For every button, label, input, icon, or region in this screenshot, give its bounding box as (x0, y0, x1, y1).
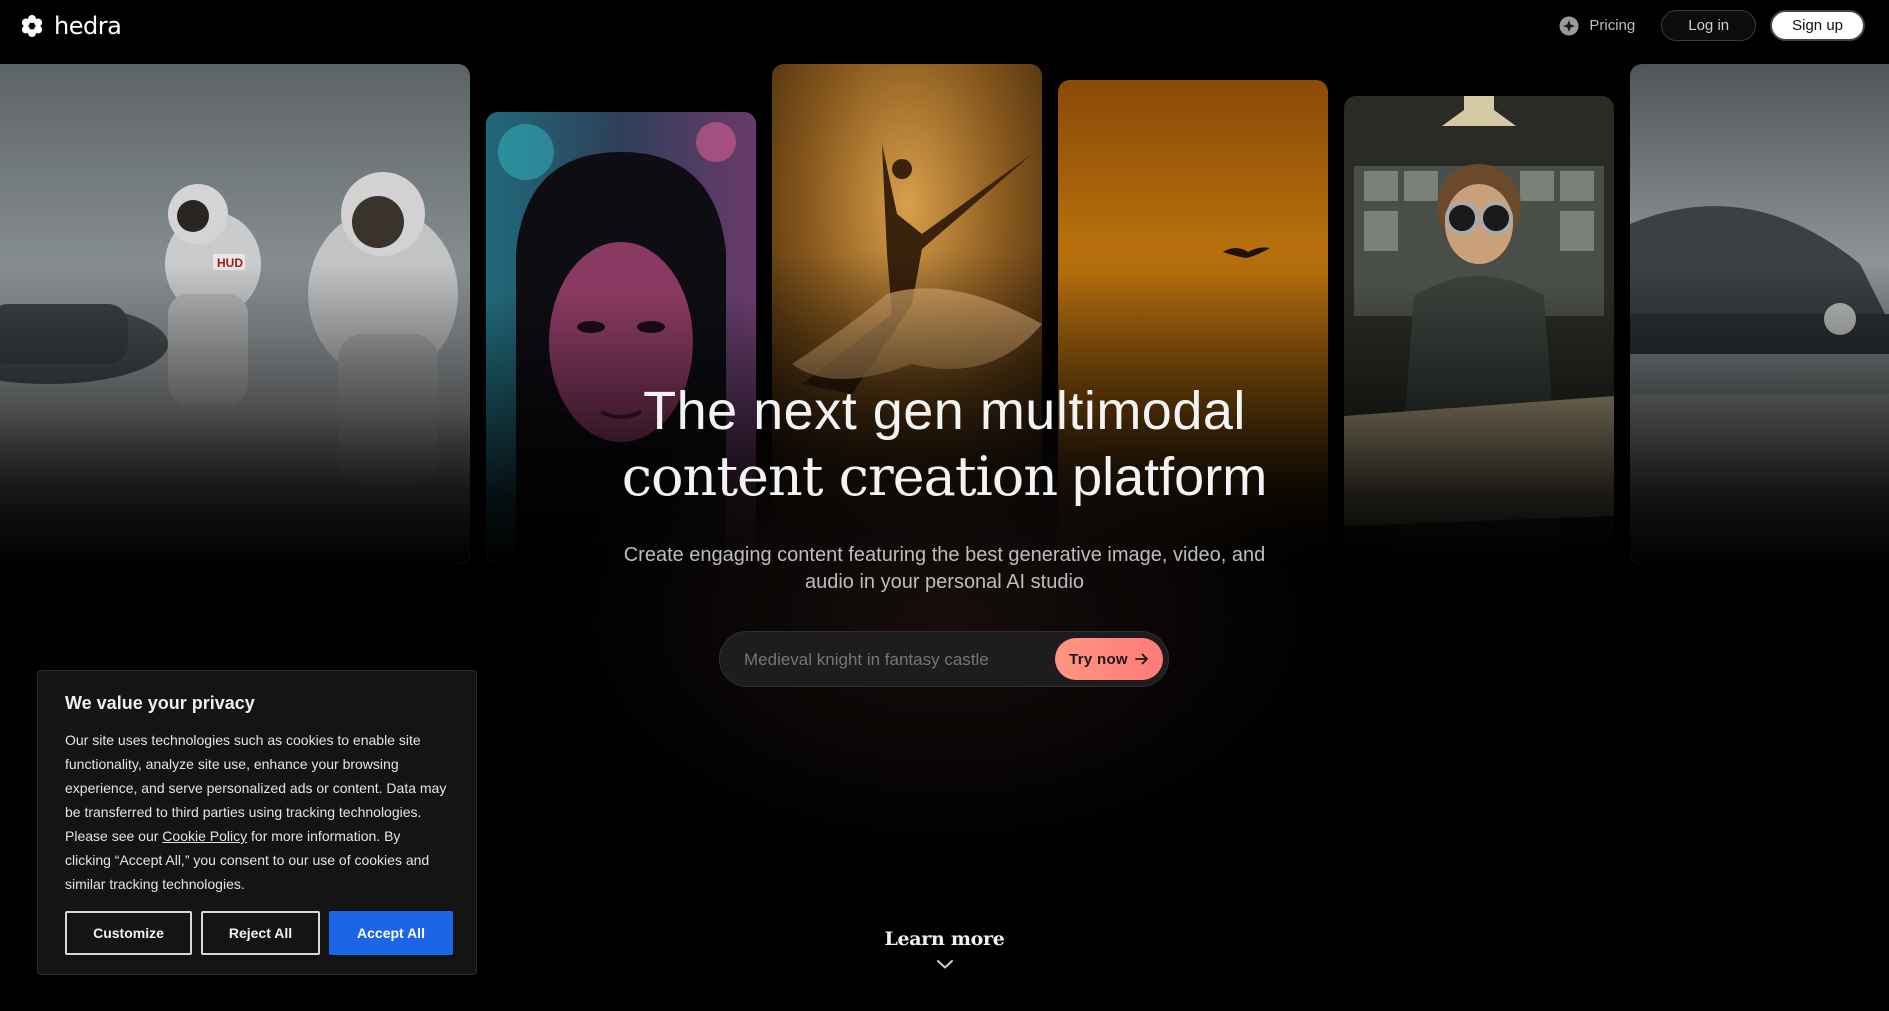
cookie-body: Our site uses technologies such as cooki… (65, 728, 449, 896)
top-nav: Pricing Log in Sign up (1559, 10, 1865, 41)
hero-subtitle: Create engaging content featuring the be… (0, 542, 1889, 596)
arrow-right-icon (1134, 653, 1148, 665)
signup-button[interactable]: Sign up (1770, 10, 1865, 41)
cookie-banner: We value your privacy Our site uses tech… (37, 670, 477, 975)
customize-button[interactable]: Customize (65, 911, 192, 955)
cookie-policy-link[interactable]: Cookie Policy (162, 828, 247, 844)
pricing-link[interactable]: Pricing (1559, 16, 1635, 36)
hero-subtitle-line-2: audio in your personal AI studio (804, 571, 1085, 593)
try-now-label: Try now (1069, 650, 1128, 668)
reject-all-button[interactable]: Reject All (201, 911, 320, 955)
hero-title-rest: platform (1057, 447, 1268, 507)
hero-title-line-1: The next gen multimodal (643, 381, 1246, 441)
brand-logo[interactable]: hedra (20, 12, 122, 40)
brand-name: hedra (54, 12, 122, 40)
hero-subtitle-line-1: Create engaging content featuring the be… (623, 544, 1266, 566)
chevron-down-icon[interactable] (936, 958, 954, 970)
site-header: hedra Pricing Log in Sign up (0, 0, 1889, 52)
login-button[interactable]: Log in (1661, 10, 1757, 41)
hero-section: The next gen multimodal content creation… (0, 378, 1889, 596)
hero-title-line-2: content creation platform (0, 444, 1889, 510)
accept-all-button[interactable]: Accept All (329, 911, 453, 955)
cookie-actions: Customize Reject All Accept All (65, 911, 453, 955)
pricing-icon (1559, 16, 1579, 35)
try-now-button[interactable]: Try now (1055, 638, 1163, 680)
cookie-title: We value your privacy (65, 693, 255, 713)
prompt-input[interactable] (744, 648, 1044, 672)
page: HUD hedra Pricing Log in Sign up The nex… (0, 0, 1889, 1011)
hedra-logo-icon (21, 15, 43, 37)
hero-title-emphasis: content creation (621, 445, 1058, 508)
prompt-bar: Try now (719, 631, 1169, 687)
pricing-label: Pricing (1589, 17, 1636, 34)
